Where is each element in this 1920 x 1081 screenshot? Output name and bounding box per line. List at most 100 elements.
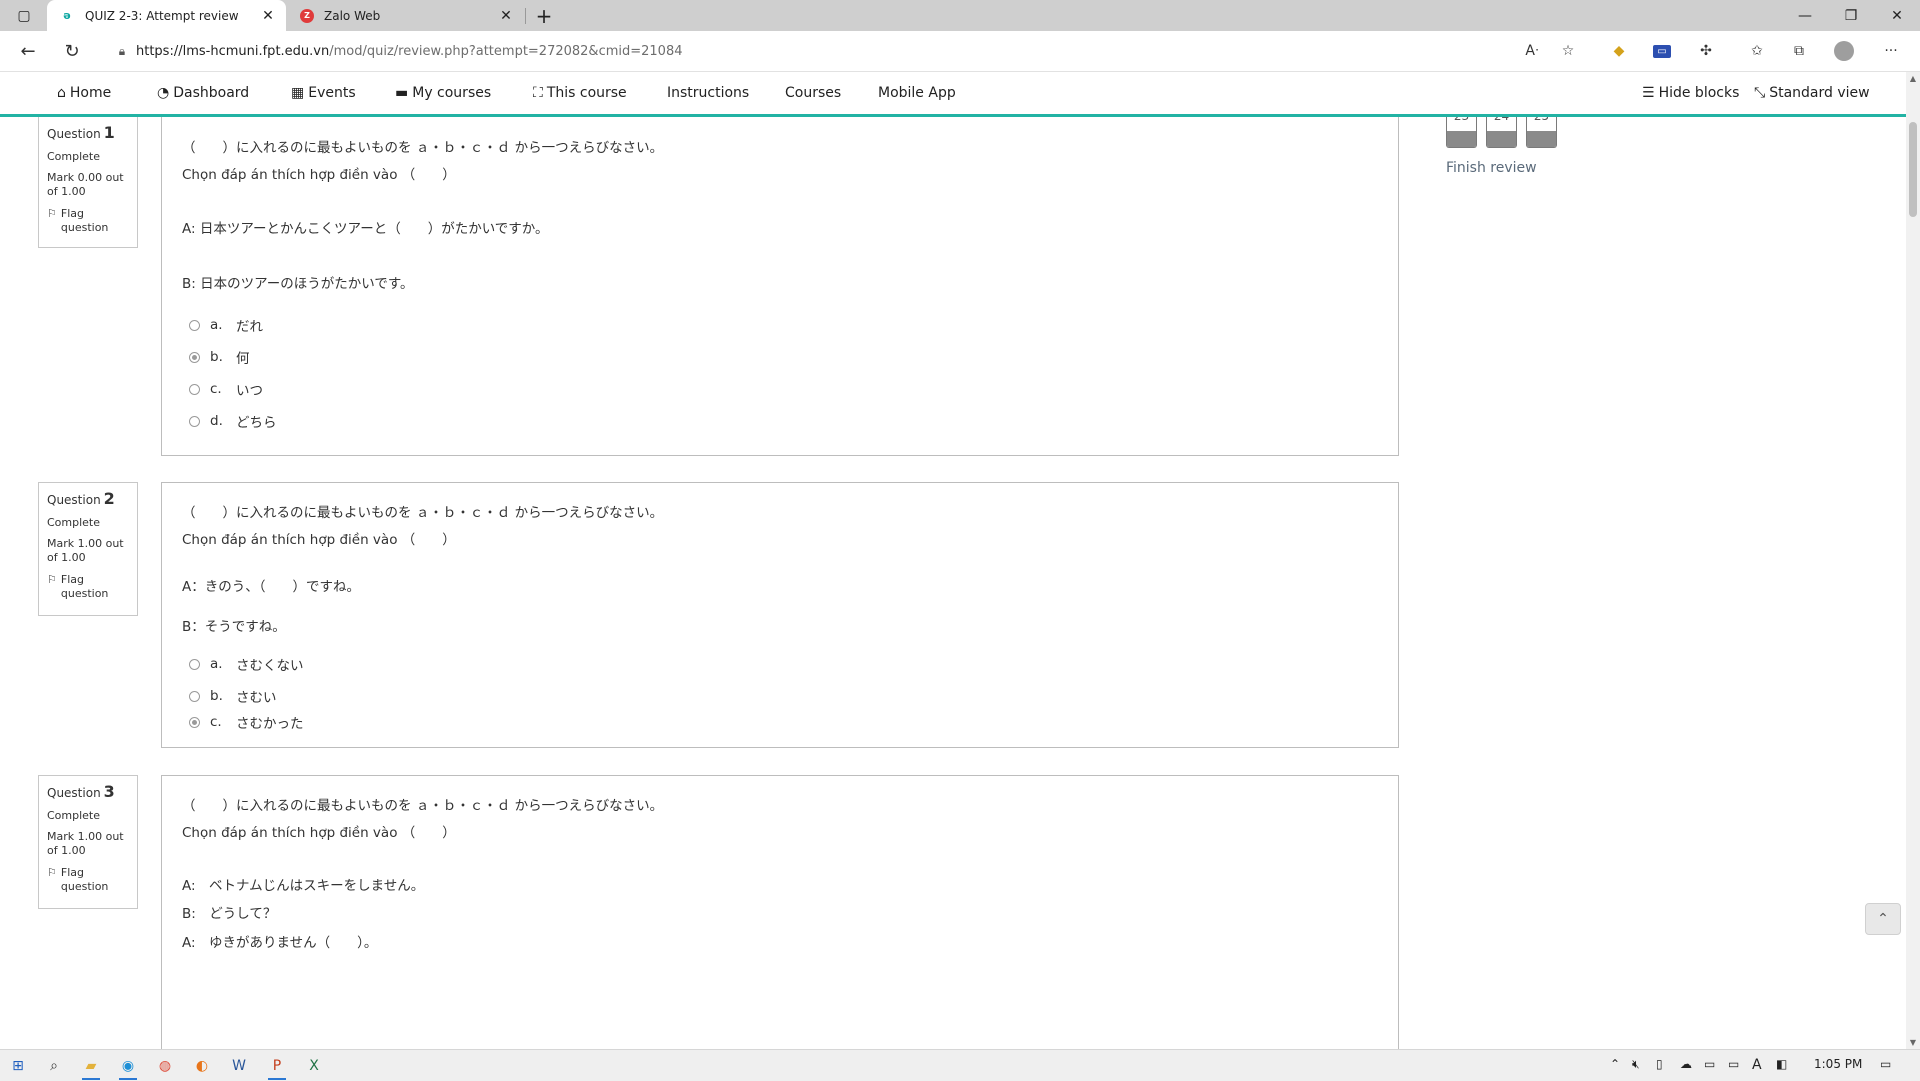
radio-button[interactable] bbox=[189, 351, 200, 363]
chrome-icon[interactable]: ◍ bbox=[150, 1053, 180, 1079]
option-letter: d. bbox=[210, 413, 223, 429]
option-text: さむかった bbox=[236, 716, 304, 732]
option-letter: a. bbox=[210, 317, 223, 333]
tab-separator bbox=[525, 8, 526, 24]
quiz-nav-button-24[interactable]: 24 bbox=[1486, 117, 1517, 148]
tab-actions-icon[interactable]: ▢ bbox=[10, 4, 38, 28]
flag-question-toggle[interactable]: ⚐ Flag question bbox=[47, 207, 129, 235]
file-explorer-icon[interactable]: ▰ bbox=[76, 1053, 106, 1080]
minimize-icon[interactable]: — bbox=[1782, 0, 1828, 31]
close-icon[interactable]: ✕ bbox=[496, 8, 516, 24]
answer-option[interactable]: a. だれ bbox=[189, 315, 263, 335]
nav-mobile-app[interactable]: Mobile App bbox=[878, 72, 956, 114]
extension-icon[interactable]: ◆ bbox=[1606, 39, 1632, 63]
firefox-icon[interactable]: ◐ bbox=[187, 1053, 217, 1079]
option-letter: a. bbox=[210, 656, 223, 672]
answer-option[interactable]: c. いつ bbox=[189, 379, 263, 399]
more-menu-icon[interactable]: ··· bbox=[1878, 39, 1904, 63]
url-path: /mod/quiz/review.php?attempt=272082&cmid… bbox=[329, 43, 683, 59]
tab-zalo-web[interactable]: Z Zalo Web ✕ bbox=[288, 0, 524, 31]
edge-browser-icon[interactable]: ◉ bbox=[113, 1053, 143, 1080]
flag-question-toggle[interactable]: ⚐ Flag question bbox=[47, 573, 129, 601]
scroll-up-arrow-icon[interactable]: ▲ bbox=[1906, 74, 1920, 83]
cloud-icon[interactable]: ☁︎ bbox=[1680, 1057, 1692, 1071]
restore-icon[interactable]: ❐ bbox=[1828, 0, 1874, 31]
profile-avatar-icon[interactable] bbox=[1831, 39, 1857, 63]
volume-mute-icon[interactable]: 🔇︎ bbox=[1632, 1057, 1640, 1072]
powerpoint-icon[interactable]: P bbox=[262, 1053, 292, 1080]
nav-label: Home bbox=[69, 85, 112, 101]
standard-view-button[interactable]: ⤡ Standard view bbox=[1754, 72, 1870, 114]
nav-courses[interactable]: Courses bbox=[785, 72, 841, 114]
flag-question-toggle[interactable]: ⚐ Flag question bbox=[47, 866, 129, 894]
favorites-icon[interactable]: ✩ bbox=[1744, 39, 1770, 63]
radio-button[interactable] bbox=[189, 383, 200, 395]
question-text-line: B: どうして？ bbox=[182, 906, 277, 922]
word-icon[interactable]: W bbox=[224, 1053, 254, 1079]
nav-my-courses[interactable]: ▬ My courses bbox=[395, 72, 491, 114]
excel-icon[interactable]: X bbox=[299, 1053, 329, 1079]
radio-button[interactable] bbox=[189, 415, 200, 427]
window-close-icon[interactable]: ✕ bbox=[1874, 0, 1920, 31]
finish-review-link[interactable]: Finish review bbox=[1446, 160, 1537, 176]
quiz-nav-button-23[interactable]: 23 bbox=[1446, 117, 1477, 148]
browser-tab-strip: ▢ ə QUIZ 2-3: Attempt review ✕ Z Zalo We… bbox=[0, 0, 1920, 31]
option-letter: c. bbox=[210, 381, 222, 397]
answer-option[interactable]: a. さむくない bbox=[189, 654, 304, 674]
scrollbar-thumb[interactable] bbox=[1909, 122, 1917, 217]
nav-events[interactable]: ▦ Events bbox=[291, 72, 356, 114]
quiz-nav-button-25[interactable]: 25 bbox=[1526, 117, 1557, 148]
search-icon[interactable]: ⌕ bbox=[39, 1053, 69, 1079]
answer-option[interactable]: c. さむかった bbox=[189, 712, 304, 732]
calendar-icon: ▦ bbox=[291, 85, 305, 101]
nav-instructions[interactable]: Instructions bbox=[667, 72, 749, 114]
question-text-line: A：きのう、（ ）ですね。 bbox=[182, 579, 360, 595]
answer-option[interactable]: d. どちら bbox=[189, 411, 277, 431]
question-number: Question 2 bbox=[47, 489, 129, 508]
windows-start-icon[interactable]: ⊞ bbox=[3, 1053, 33, 1079]
display-icon[interactable]: ▭ bbox=[1704, 1057, 1715, 1071]
page-scrollbar[interactable]: ▲ ▼ bbox=[1906, 72, 1920, 1049]
tray-chevron-icon[interactable]: ⌃ bbox=[1610, 1057, 1620, 1071]
back-arrow-icon[interactable]: ← bbox=[14, 38, 42, 64]
hide-blocks-button[interactable]: ☰ Hide blocks bbox=[1642, 72, 1739, 114]
question-content-2: （ ）に入れるのに最もよいものを ａ・ｂ・ｃ・ｄ から一つえらびなさい。 Chọ… bbox=[161, 482, 1399, 748]
answer-option[interactable]: b. 何 bbox=[189, 347, 250, 367]
new-tab-button[interactable]: + bbox=[530, 4, 558, 28]
security-icon[interactable]: ◧ bbox=[1776, 1057, 1787, 1071]
collections-icon[interactable]: ⧉ bbox=[1786, 39, 1812, 63]
question-text-line: A: ベトナムじんはスキーをしません。 bbox=[182, 878, 425, 894]
question-number-value: 1 bbox=[103, 123, 115, 142]
page-content: 23 24 25 Finish review Question1 Complet… bbox=[0, 117, 1906, 1049]
dashboard-icon: ◔ bbox=[157, 85, 170, 101]
radio-button[interactable] bbox=[189, 690, 200, 702]
nav-home[interactable]: ⌂ Home bbox=[57, 72, 111, 114]
address-input[interactable]: 🔒︎ https://lms-hcmuni.fpt.edu.vn/mod/qui… bbox=[108, 36, 1588, 66]
device-icon[interactable]: ▯ bbox=[1656, 1057, 1663, 1071]
extensions-puzzle-icon[interactable]: ✣ bbox=[1693, 39, 1719, 63]
scroll-down-arrow-icon[interactable]: ▼ bbox=[1906, 1038, 1920, 1047]
favorite-add-icon[interactable]: ☆ bbox=[1555, 39, 1581, 63]
option-letter: c. bbox=[210, 714, 222, 730]
battery-icon[interactable]: ▭ bbox=[1728, 1057, 1739, 1071]
question-mark: Mark 1.00 out of 1.00 bbox=[47, 830, 124, 857]
extension-badge-icon[interactable]: ▭ bbox=[1649, 39, 1675, 63]
question-content-1: （ ）に入れるのに最もよいものを ａ・ｂ・ｃ・ｄ から一つえらびなさい。 Chọ… bbox=[161, 117, 1399, 456]
tab-quiz-review[interactable]: ə QUIZ 2-3: Attempt review ✕ bbox=[47, 0, 286, 31]
radio-button[interactable] bbox=[189, 716, 200, 728]
flag-label: Flag question bbox=[60, 207, 109, 234]
compress-icon: ⤡ bbox=[1754, 85, 1766, 101]
clock[interactable]: 1:05 PM bbox=[1814, 1057, 1862, 1071]
radio-button[interactable] bbox=[189, 319, 200, 331]
close-icon[interactable]: ✕ bbox=[258, 8, 278, 24]
flag-label: Flag question bbox=[60, 866, 109, 893]
refresh-icon[interactable]: ↻ bbox=[58, 38, 86, 64]
nav-dashboard[interactable]: ◔ Dashboard bbox=[157, 72, 249, 114]
answer-option[interactable]: b. さむい bbox=[189, 686, 277, 706]
input-language-icon[interactable]: A bbox=[1752, 1057, 1762, 1073]
notifications-icon[interactable]: ▭ bbox=[1880, 1057, 1891, 1071]
radio-button[interactable] bbox=[189, 658, 200, 670]
nav-this-course[interactable]: ⛶ This course bbox=[533, 72, 627, 114]
scroll-to-top-button[interactable]: ⌃ bbox=[1865, 903, 1901, 935]
read-aloud-icon[interactable]: Aᐧ bbox=[1519, 39, 1545, 63]
